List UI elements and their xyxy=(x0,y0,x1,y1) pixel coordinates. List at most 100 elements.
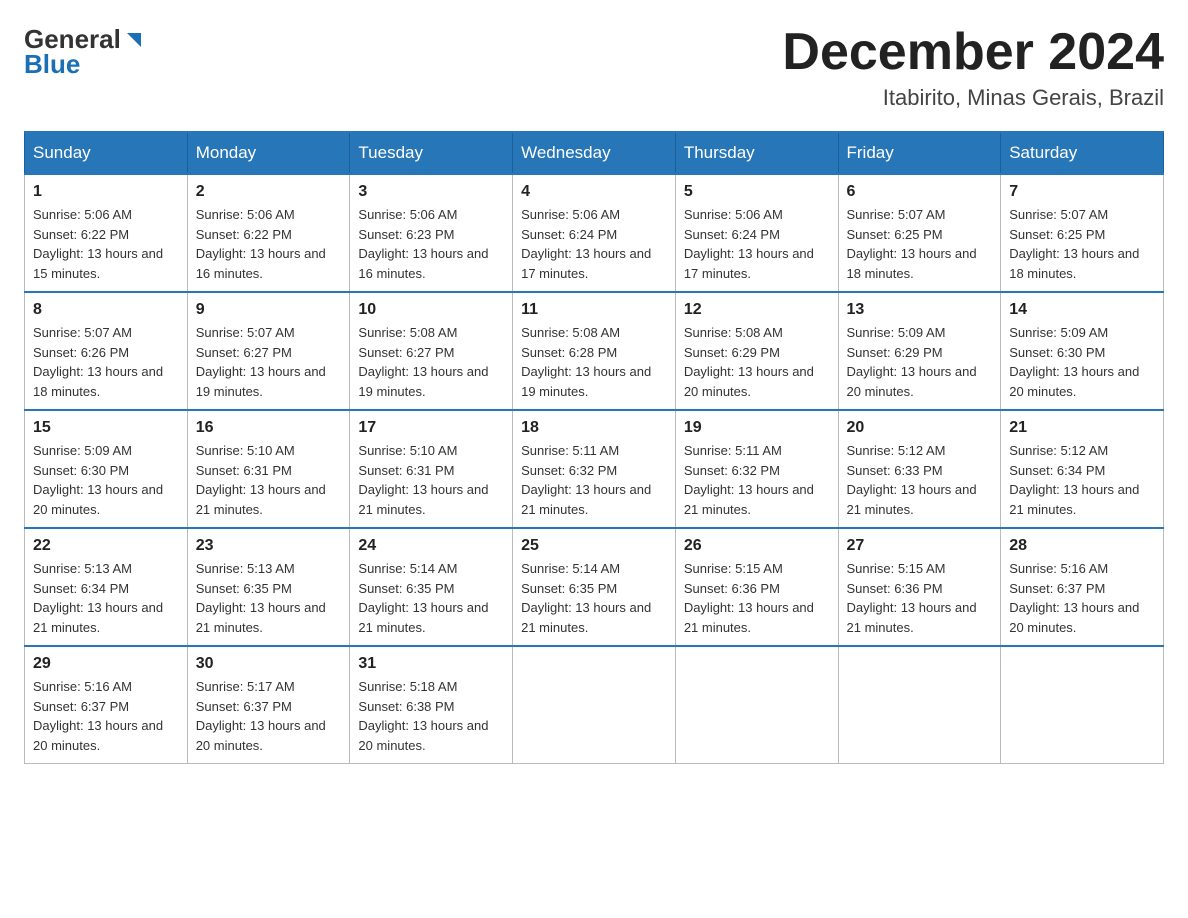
table-row: 12 Sunrise: 5:08 AMSunset: 6:29 PMDaylig… xyxy=(675,292,838,410)
table-row: 11 Sunrise: 5:08 AMSunset: 6:28 PMDaylig… xyxy=(513,292,676,410)
day-info: Sunrise: 5:06 AMSunset: 6:22 PMDaylight:… xyxy=(33,207,163,281)
day-number: 29 xyxy=(33,655,179,673)
table-row: 8 Sunrise: 5:07 AMSunset: 6:26 PMDayligh… xyxy=(25,292,188,410)
day-info: Sunrise: 5:09 AMSunset: 6:29 PMDaylight:… xyxy=(847,325,977,399)
day-number: 21 xyxy=(1009,419,1155,437)
table-row: 5 Sunrise: 5:06 AMSunset: 6:24 PMDayligh… xyxy=(675,174,838,292)
day-info: Sunrise: 5:15 AMSunset: 6:36 PMDaylight:… xyxy=(847,561,977,635)
day-number: 13 xyxy=(847,301,993,319)
day-number: 4 xyxy=(521,183,667,201)
day-number: 23 xyxy=(196,537,342,555)
table-row: 22 Sunrise: 5:13 AMSunset: 6:34 PMDaylig… xyxy=(25,528,188,646)
location-title: Itabirito, Minas Gerais, Brazil xyxy=(782,85,1164,111)
table-row: 3 Sunrise: 5:06 AMSunset: 6:23 PMDayligh… xyxy=(350,174,513,292)
day-info: Sunrise: 5:13 AMSunset: 6:35 PMDaylight:… xyxy=(196,561,326,635)
table-row: 23 Sunrise: 5:13 AMSunset: 6:35 PMDaylig… xyxy=(187,528,350,646)
day-info: Sunrise: 5:14 AMSunset: 6:35 PMDaylight:… xyxy=(358,561,488,635)
header-saturday: Saturday xyxy=(1001,132,1164,174)
day-number: 17 xyxy=(358,419,504,437)
day-info: Sunrise: 5:07 AMSunset: 6:27 PMDaylight:… xyxy=(196,325,326,399)
table-row: 14 Sunrise: 5:09 AMSunset: 6:30 PMDaylig… xyxy=(1001,292,1164,410)
table-row: 4 Sunrise: 5:06 AMSunset: 6:24 PMDayligh… xyxy=(513,174,676,292)
day-info: Sunrise: 5:08 AMSunset: 6:27 PMDaylight:… xyxy=(358,325,488,399)
calendar-week-row: 1 Sunrise: 5:06 AMSunset: 6:22 PMDayligh… xyxy=(25,174,1164,292)
day-number: 8 xyxy=(33,301,179,319)
day-number: 19 xyxy=(684,419,830,437)
header-tuesday: Tuesday xyxy=(350,132,513,174)
table-row: 18 Sunrise: 5:11 AMSunset: 6:32 PMDaylig… xyxy=(513,410,676,528)
table-row xyxy=(1001,646,1164,764)
table-row xyxy=(513,646,676,764)
table-row: 20 Sunrise: 5:12 AMSunset: 6:33 PMDaylig… xyxy=(838,410,1001,528)
day-number: 20 xyxy=(847,419,993,437)
table-row xyxy=(838,646,1001,764)
day-number: 25 xyxy=(521,537,667,555)
day-info: Sunrise: 5:10 AMSunset: 6:31 PMDaylight:… xyxy=(196,443,326,517)
table-row: 10 Sunrise: 5:08 AMSunset: 6:27 PMDaylig… xyxy=(350,292,513,410)
day-info: Sunrise: 5:16 AMSunset: 6:37 PMDaylight:… xyxy=(1009,561,1139,635)
table-row: 7 Sunrise: 5:07 AMSunset: 6:25 PMDayligh… xyxy=(1001,174,1164,292)
header-friday: Friday xyxy=(838,132,1001,174)
day-info: Sunrise: 5:06 AMSunset: 6:24 PMDaylight:… xyxy=(684,207,814,281)
day-number: 2 xyxy=(196,183,342,201)
day-number: 11 xyxy=(521,301,667,319)
table-row xyxy=(675,646,838,764)
header-monday: Monday xyxy=(187,132,350,174)
day-number: 26 xyxy=(684,537,830,555)
header-wednesday: Wednesday xyxy=(513,132,676,174)
day-number: 10 xyxy=(358,301,504,319)
day-info: Sunrise: 5:17 AMSunset: 6:37 PMDaylight:… xyxy=(196,679,326,753)
calendar-week-row: 15 Sunrise: 5:09 AMSunset: 6:30 PMDaylig… xyxy=(25,410,1164,528)
day-info: Sunrise: 5:06 AMSunset: 6:24 PMDaylight:… xyxy=(521,207,651,281)
day-number: 22 xyxy=(33,537,179,555)
day-info: Sunrise: 5:16 AMSunset: 6:37 PMDaylight:… xyxy=(33,679,163,753)
day-info: Sunrise: 5:09 AMSunset: 6:30 PMDaylight:… xyxy=(33,443,163,517)
table-row: 30 Sunrise: 5:17 AMSunset: 6:37 PMDaylig… xyxy=(187,646,350,764)
day-number: 27 xyxy=(847,537,993,555)
table-row: 1 Sunrise: 5:06 AMSunset: 6:22 PMDayligh… xyxy=(25,174,188,292)
table-row: 25 Sunrise: 5:14 AMSunset: 6:35 PMDaylig… xyxy=(513,528,676,646)
table-row: 21 Sunrise: 5:12 AMSunset: 6:34 PMDaylig… xyxy=(1001,410,1164,528)
day-info: Sunrise: 5:06 AMSunset: 6:23 PMDaylight:… xyxy=(358,207,488,281)
logo-blue-text: Blue xyxy=(24,49,80,80)
day-info: Sunrise: 5:13 AMSunset: 6:34 PMDaylight:… xyxy=(33,561,163,635)
day-number: 16 xyxy=(196,419,342,437)
table-row: 27 Sunrise: 5:15 AMSunset: 6:36 PMDaylig… xyxy=(838,528,1001,646)
day-info: Sunrise: 5:07 AMSunset: 6:25 PMDaylight:… xyxy=(847,207,977,281)
day-info: Sunrise: 5:14 AMSunset: 6:35 PMDaylight:… xyxy=(521,561,651,635)
day-info: Sunrise: 5:18 AMSunset: 6:38 PMDaylight:… xyxy=(358,679,488,753)
table-row: 15 Sunrise: 5:09 AMSunset: 6:30 PMDaylig… xyxy=(25,410,188,528)
day-info: Sunrise: 5:10 AMSunset: 6:31 PMDaylight:… xyxy=(358,443,488,517)
table-row: 16 Sunrise: 5:10 AMSunset: 6:31 PMDaylig… xyxy=(187,410,350,528)
day-number: 6 xyxy=(847,183,993,201)
day-info: Sunrise: 5:06 AMSunset: 6:22 PMDaylight:… xyxy=(196,207,326,281)
table-row: 19 Sunrise: 5:11 AMSunset: 6:32 PMDaylig… xyxy=(675,410,838,528)
day-number: 7 xyxy=(1009,183,1155,201)
header-thursday: Thursday xyxy=(675,132,838,174)
day-info: Sunrise: 5:09 AMSunset: 6:30 PMDaylight:… xyxy=(1009,325,1139,399)
day-number: 31 xyxy=(358,655,504,673)
day-info: Sunrise: 5:11 AMSunset: 6:32 PMDaylight:… xyxy=(684,443,814,517)
day-number: 15 xyxy=(33,419,179,437)
day-number: 14 xyxy=(1009,301,1155,319)
page-header: General Blue December 2024 Itabirito, Mi… xyxy=(24,24,1164,111)
calendar-week-row: 8 Sunrise: 5:07 AMSunset: 6:26 PMDayligh… xyxy=(25,292,1164,410)
day-number: 12 xyxy=(684,301,830,319)
table-row: 31 Sunrise: 5:18 AMSunset: 6:38 PMDaylig… xyxy=(350,646,513,764)
day-number: 9 xyxy=(196,301,342,319)
day-info: Sunrise: 5:11 AMSunset: 6:32 PMDaylight:… xyxy=(521,443,651,517)
header-sunday: Sunday xyxy=(25,132,188,174)
day-number: 5 xyxy=(684,183,830,201)
day-number: 1 xyxy=(33,183,179,201)
day-number: 3 xyxy=(358,183,504,201)
day-info: Sunrise: 5:07 AMSunset: 6:26 PMDaylight:… xyxy=(33,325,163,399)
month-title: December 2024 xyxy=(782,24,1164,81)
day-info: Sunrise: 5:07 AMSunset: 6:25 PMDaylight:… xyxy=(1009,207,1139,281)
day-number: 28 xyxy=(1009,537,1155,555)
day-number: 18 xyxy=(521,419,667,437)
title-section: December 2024 Itabirito, Minas Gerais, B… xyxy=(782,24,1164,111)
calendar-week-row: 22 Sunrise: 5:13 AMSunset: 6:34 PMDaylig… xyxy=(25,528,1164,646)
table-row: 17 Sunrise: 5:10 AMSunset: 6:31 PMDaylig… xyxy=(350,410,513,528)
calendar-week-row: 29 Sunrise: 5:16 AMSunset: 6:37 PMDaylig… xyxy=(25,646,1164,764)
day-number: 30 xyxy=(196,655,342,673)
